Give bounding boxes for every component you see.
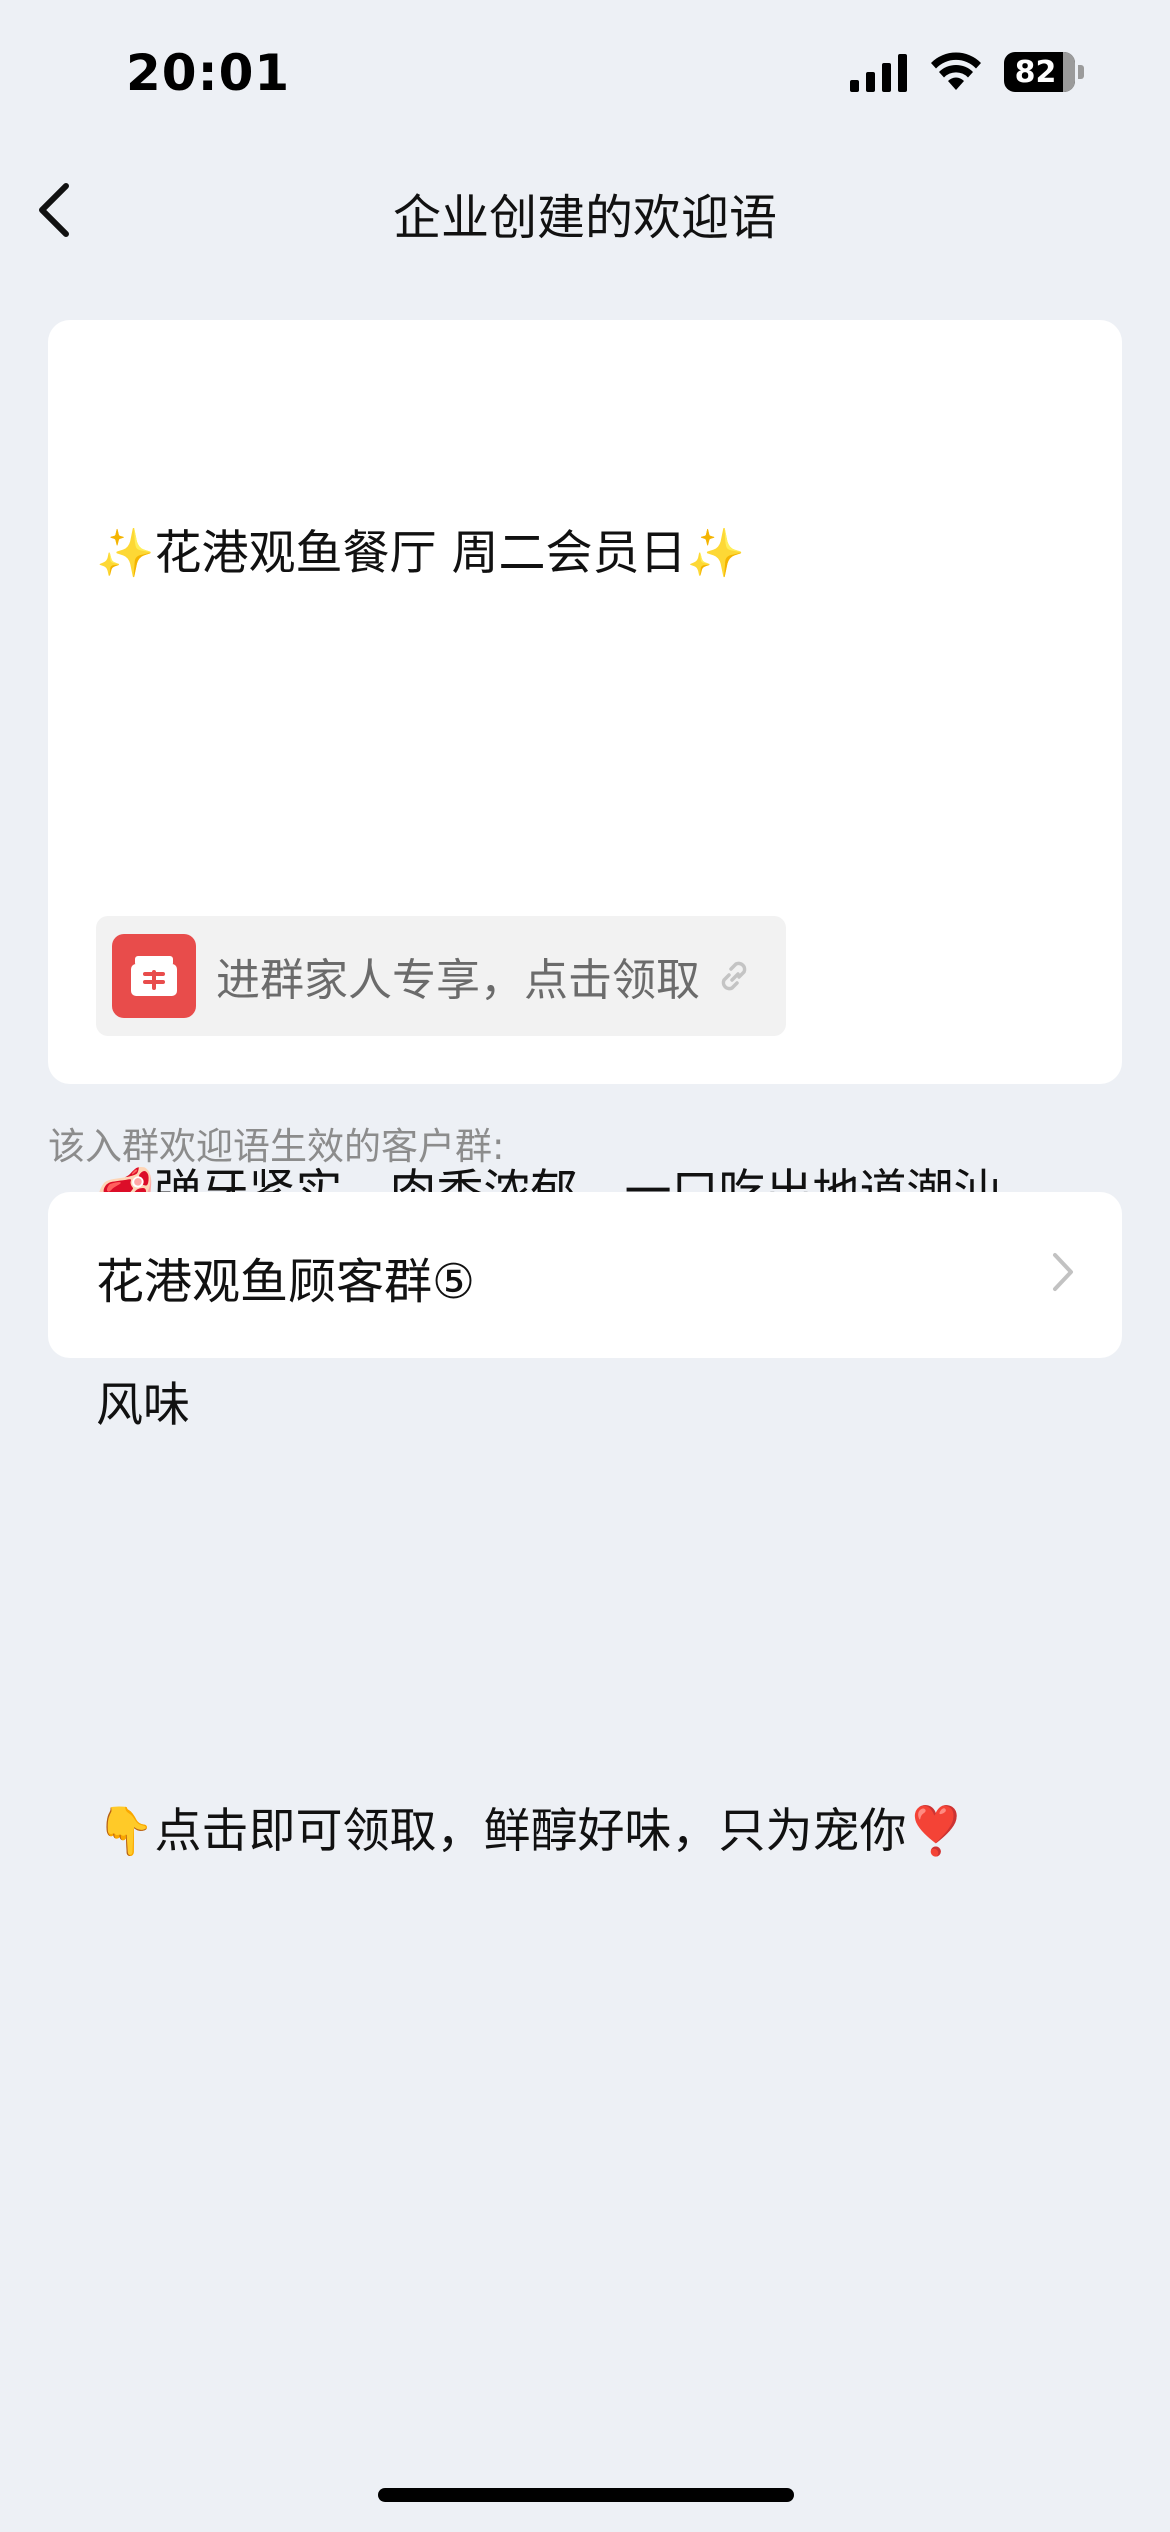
effective-groups-caption: 该入群欢迎语生效的客户群:: [48, 1125, 505, 1168]
message-line: [96, 1583, 1096, 1654]
cellular-signal-icon: [850, 54, 907, 92]
group-name: 花港观鱼顾客群⑤: [96, 1254, 476, 1310]
group-list-item[interactable]: 花港观鱼顾客群⑤: [48, 1192, 1122, 1358]
message-line: 风味: [96, 1378, 190, 1433]
gift-ticket-icon: [112, 934, 196, 1018]
attachment-title: 进群家人专享，点击领取: [216, 955, 700, 1006]
status-bar: 20:01 82: [0, 0, 1170, 150]
navigation-bar: 企业创建的欢迎语: [0, 150, 1170, 270]
miniprogram-link-attachment[interactable]: 进群家人专享，点击领取: [96, 916, 786, 1036]
status-time: 20:01: [126, 44, 291, 102]
link-icon: [714, 956, 754, 996]
wifi-icon: [931, 52, 981, 90]
message-line: ✨花港观鱼餐厅 周二会员日✨: [96, 526, 745, 581]
home-indicator[interactable]: [378, 2488, 794, 2502]
message-line: 👇点击即可领取，鲜醇好味，只为宠你❣️: [96, 1804, 966, 1859]
page-title: 企业创建的欢迎语: [392, 190, 777, 246]
status-icons: 82: [850, 52, 1084, 92]
battery-icon: 82: [1004, 52, 1084, 92]
message-line: [96, 731, 1096, 802]
welcome-message-card: ✨花港观鱼餐厅 周二会员日✨ ✅本周专属【潮汕手打牛肉丸】 🥩弹牙紧实，肉香浓郁…: [48, 320, 1122, 1859]
chevron-right-icon: [1053, 1253, 1073, 1291]
battery-level: 82: [1014, 54, 1057, 90]
